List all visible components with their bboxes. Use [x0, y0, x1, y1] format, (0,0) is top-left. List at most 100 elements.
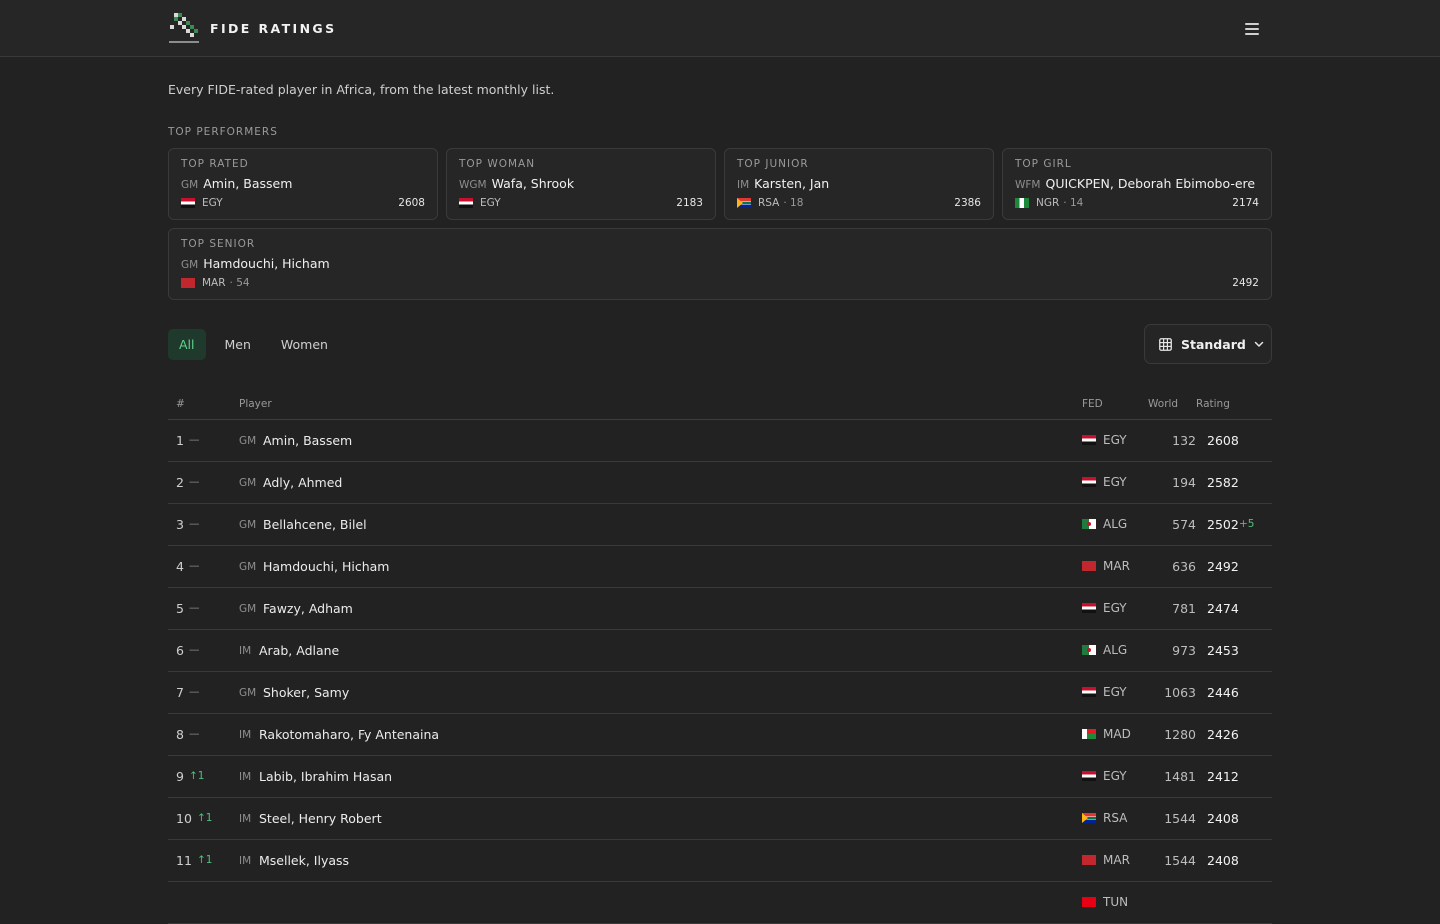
player-title: IM — [239, 771, 252, 783]
col-fed[interactable]: FED — [1082, 398, 1103, 410]
table-row[interactable]: 11 ↑1 IM Msellek, Ilyass MAR 1544 2408 — [168, 840, 1272, 882]
fed-code: MAD — [1103, 727, 1131, 741]
card-rating: 2183 — [676, 197, 703, 209]
rank: 7 — [176, 685, 184, 700]
col-rank[interactable]: # — [176, 398, 185, 410]
fed-code: EGY — [480, 197, 501, 209]
algeria-flag-icon — [1082, 645, 1096, 655]
player-name[interactable]: Steel, Henry Robert — [259, 811, 382, 826]
federation: ALG — [1082, 517, 1127, 531]
table-row[interactable]: 2 — GM Adly, Ahmed EGY 194 2582 — [168, 462, 1272, 504]
table-row[interactable]: 4 — GM Hamdouchi, Hicham MAR 636 2492 — [168, 546, 1272, 588]
table-row[interactable]: 9 ↑1 IM Labib, Ibrahim Hasan EGY 1481 24… — [168, 756, 1272, 798]
player-name[interactable]: Bellahcene, Bilel — [263, 517, 367, 532]
col-rating[interactable]: Rating — [1196, 398, 1230, 410]
rank: 1 — [176, 433, 184, 448]
tab-all[interactable]: All — [168, 329, 206, 360]
player-title: IM — [239, 645, 252, 657]
player-name[interactable]: Hamdouchi, Hicham — [263, 559, 389, 574]
rank-change: — — [189, 434, 200, 446]
federation: EGY — [1082, 769, 1127, 783]
world-rank: 973 — [1172, 643, 1196, 658]
rank: 11 — [176, 853, 192, 868]
card-heading: TOP JUNIOR — [737, 158, 809, 170]
egypt-flag-icon — [1082, 771, 1096, 781]
player-name[interactable]: Labib, Ibrahim Hasan — [259, 769, 392, 784]
gender-tabs: All Men Women — [168, 329, 347, 360]
card-top-rated[interactable]: TOP RATED GM Amin, Bassem EGY 2608 — [168, 148, 438, 220]
morocco-flag-icon — [1082, 561, 1096, 571]
card-rating: 2608 — [398, 197, 425, 209]
table-row[interactable]: 1 — GM Amin, Bassem EGY 132 2608 — [168, 420, 1272, 462]
table-row[interactable]: 6 — IM Arab, Adlane ALG 973 2453 — [168, 630, 1272, 672]
player-name[interactable]: Shoker, Samy — [263, 685, 349, 700]
table-row[interactable]: 5 — GM Fawzy, Adham EGY 781 2474 — [168, 588, 1272, 630]
fed-code: EGY — [1103, 433, 1127, 447]
rating: 2408 — [1207, 853, 1239, 868]
rating: 2446 — [1207, 685, 1239, 700]
egypt-flag-icon — [459, 198, 473, 208]
fed-code: EGY — [1103, 685, 1127, 699]
card-top-girl[interactable]: TOP GIRL WFM QUICKPEN, Deborah Ebimobo-er… — [1002, 148, 1272, 220]
chess-flag-logo-icon — [168, 11, 200, 45]
fed-code: NGR — [1036, 197, 1060, 209]
rating: 2608 — [1207, 433, 1239, 448]
fed-code: EGY — [1103, 475, 1127, 489]
fed-code: EGY — [202, 197, 223, 209]
rank: 2 — [176, 475, 184, 490]
card-federation: EGY — [181, 197, 223, 209]
fed-code: RSA — [1103, 811, 1128, 825]
card-federation: RSA · 18 — [737, 197, 803, 209]
col-world[interactable]: World — [1148, 398, 1178, 410]
egypt-flag-icon — [1082, 435, 1096, 445]
brand[interactable]: FIDE RATINGS — [168, 10, 337, 46]
card-player: IM Karsten, Jan — [737, 176, 829, 191]
player-name[interactable]: Amin, Bassem — [263, 433, 352, 448]
tab-women[interactable]: Women — [270, 329, 339, 360]
fed-code: MAR — [202, 277, 226, 289]
table-row[interactable]: 8 — IM Rakotomaharo, Fy Antenaina MAD 12… — [168, 714, 1272, 756]
table-row[interactable]: TUN — [168, 882, 1272, 924]
player-title: GM — [239, 687, 257, 699]
table-row[interactable]: 7 — GM Shoker, Samy EGY 1063 2446 — [168, 672, 1272, 714]
player-name[interactable]: Adly, Ahmed — [263, 475, 342, 490]
table-row[interactable]: 3 — GM Bellahcene, Bilel ALG 574 2502 +5 — [168, 504, 1272, 546]
card-rating: 2492 — [1232, 277, 1259, 289]
card-top-woman[interactable]: TOP WOMAN WGM Wafa, Shrook EGY 2183 — [446, 148, 716, 220]
rank-change: ↑1 — [189, 770, 205, 782]
rating-change: +5 — [1239, 518, 1255, 530]
rank: 3 — [176, 517, 184, 532]
player-name[interactable]: Arab, Adlane — [259, 643, 339, 658]
player-title: GM — [181, 259, 199, 271]
rank-change: — — [189, 476, 200, 488]
card-heading: TOP RATED — [181, 158, 249, 170]
player-title: WGM — [459, 179, 487, 191]
rank-change: — — [189, 644, 200, 656]
table-row[interactable]: 10 ↑1 IM Steel, Henry Robert RSA 1544 24… — [168, 798, 1272, 840]
world-rank: 1063 — [1164, 685, 1196, 700]
player-name[interactable]: Msellek, Ilyass — [259, 853, 349, 868]
player-name[interactable]: Fawzy, Adham — [263, 601, 353, 616]
player-age: · 14 — [1063, 197, 1084, 209]
rank: 9 — [176, 769, 184, 784]
card-top-junior[interactable]: TOP JUNIOR IM Karsten, Jan RSA · 18 2386 — [724, 148, 994, 220]
top-header: FIDE RATINGS — [0, 0, 1440, 57]
federation: MAR — [1082, 853, 1130, 867]
rating: 2426 — [1207, 727, 1239, 742]
col-player[interactable]: Player — [239, 398, 272, 410]
card-player: GM Hamdouchi, Hicham — [181, 256, 330, 271]
fed-code: EGY — [1103, 601, 1127, 615]
card-heading: TOP WOMAN — [459, 158, 536, 170]
format-select[interactable]: Standard — [1144, 324, 1272, 364]
rating: 2453 — [1207, 643, 1239, 658]
hamburger-menu-icon[interactable] — [1240, 18, 1264, 40]
rank-change: — — [189, 686, 200, 698]
table-header: # Player FED World Rating — [168, 390, 1272, 420]
player-name[interactable]: Rakotomaharo, Fy Antenaina — [259, 727, 439, 742]
tab-men[interactable]: Men — [214, 329, 262, 360]
fed-code: MAR — [1103, 853, 1130, 867]
card-federation: MAR · 54 — [181, 277, 250, 289]
player-age: · 18 — [783, 197, 804, 209]
card-top-senior[interactable]: TOP SENIOR GM Hamdouchi, Hicham MAR · 54 … — [168, 228, 1272, 300]
rank-change: — — [189, 728, 200, 740]
